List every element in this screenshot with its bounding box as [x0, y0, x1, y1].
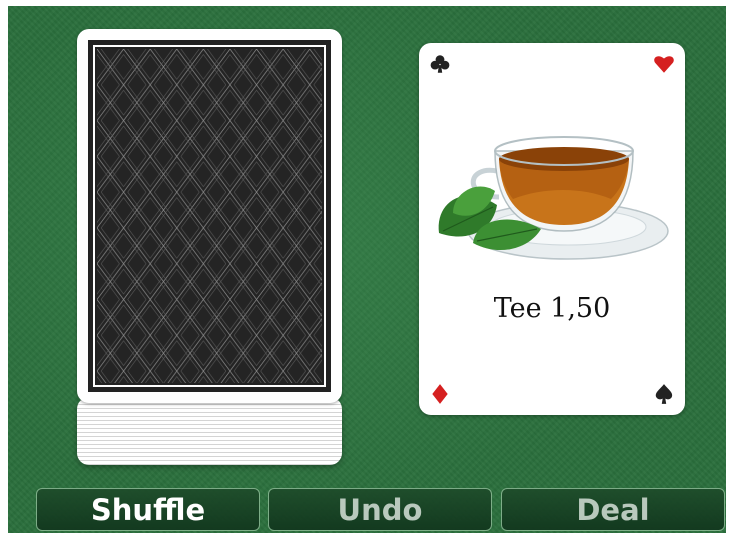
button-bar: Shuffle Undo Deal [36, 488, 726, 533]
card-back-pattern [88, 40, 331, 392]
diamond-icon [429, 383, 451, 405]
card-deck[interactable] [77, 29, 342, 465]
heart-icon [653, 53, 675, 75]
deck-stack-edges [77, 397, 342, 465]
deal-button[interactable]: Deal [501, 488, 725, 531]
face-up-card[interactable]: Tee 1,50 [419, 43, 685, 415]
undo-button[interactable]: Undo [268, 488, 492, 531]
club-icon [429, 53, 451, 75]
card-caption: Tee 1,50 [493, 293, 611, 324]
game-table: Tee 1,50 Shuffle Undo Deal [8, 6, 726, 533]
deck-top-card-back[interactable] [77, 29, 342, 403]
tea-cup-icon [433, 113, 671, 273]
spade-icon [653, 383, 675, 405]
shuffle-button[interactable]: Shuffle [36, 488, 260, 531]
